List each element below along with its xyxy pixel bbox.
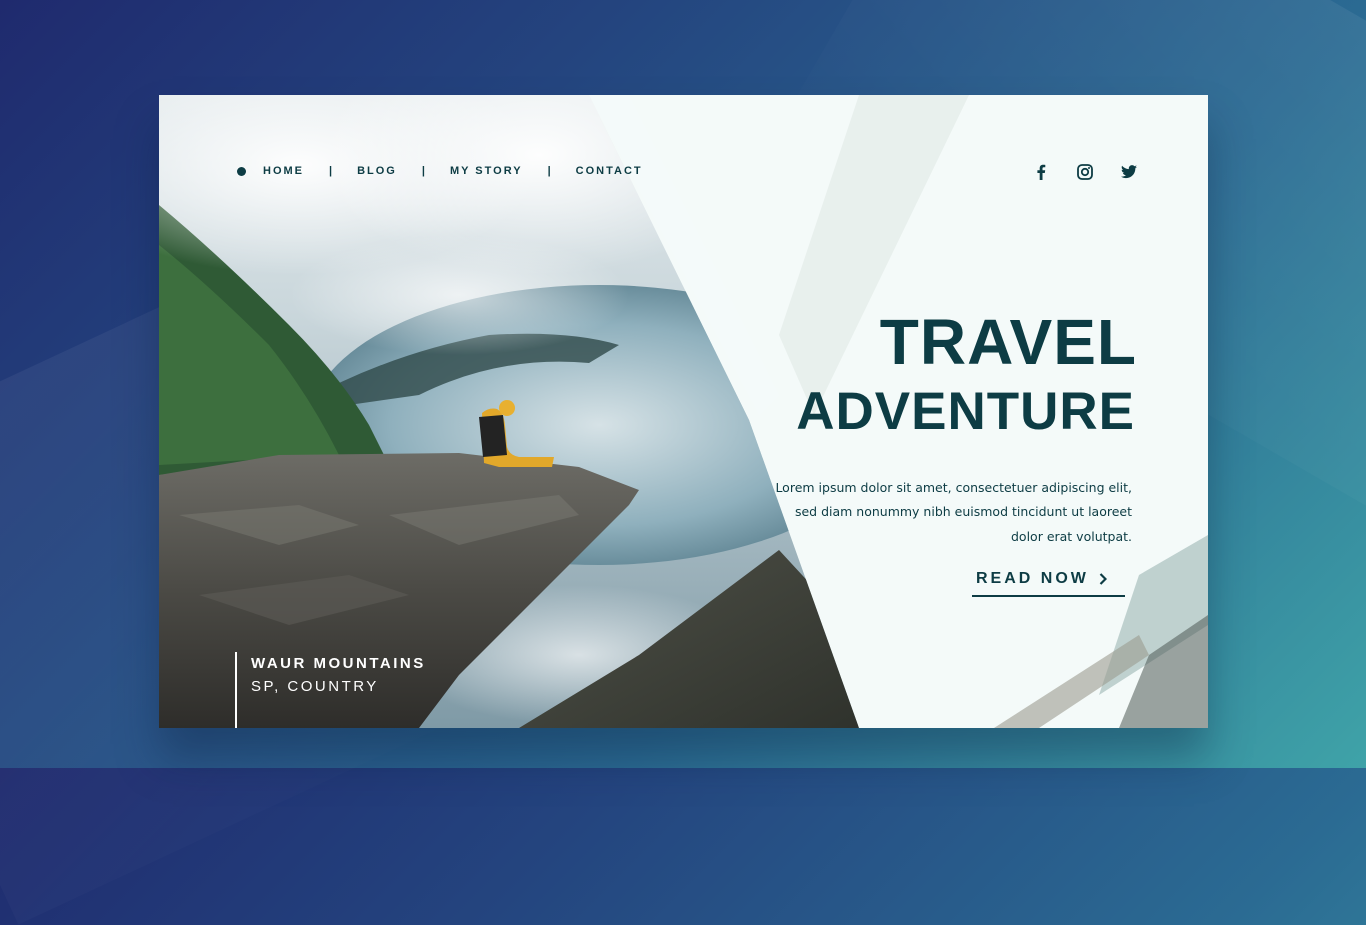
main-nav: HOME | BLOG | MY STORY | CONTACT <box>237 165 643 177</box>
landing-card: HOME | BLOG | MY STORY | CONTACT TRAVEL … <box>159 95 1208 728</box>
nav-my-story[interactable]: MY STORY <box>450 165 523 177</box>
location-caption: WAUR MOUNTAINS SP, COUNTRY <box>235 652 426 728</box>
hero-description: Lorem ipsum dolor sit amet, consectetuer… <box>775 479 1132 544</box>
location-name: WAUR MOUNTAINS <box>251 655 426 672</box>
nav-separator: | <box>547 165 551 177</box>
chevron-right-icon <box>1099 573 1107 585</box>
read-now-label: READ NOW <box>976 570 1089 587</box>
social-links <box>1032 163 1138 181</box>
nav-contact[interactable]: CONTACT <box>576 165 643 177</box>
nav-separator: | <box>329 165 333 177</box>
hero-title-line1: TRAVEL <box>879 306 1137 378</box>
active-nav-indicator <box>237 166 246 176</box>
instagram-icon[interactable] <box>1076 163 1094 181</box>
nav-home[interactable]: HOME <box>263 165 304 177</box>
hero-title-line2: ADVENTURE <box>796 382 1135 441</box>
read-now-button[interactable]: READ NOW <box>972 570 1125 597</box>
twitter-icon[interactable] <box>1120 163 1138 181</box>
nav-separator: | <box>421 165 425 177</box>
location-country: SP, COUNTRY <box>251 678 379 695</box>
facebook-icon[interactable] <box>1032 163 1050 181</box>
nav-blog[interactable]: BLOG <box>357 165 397 177</box>
